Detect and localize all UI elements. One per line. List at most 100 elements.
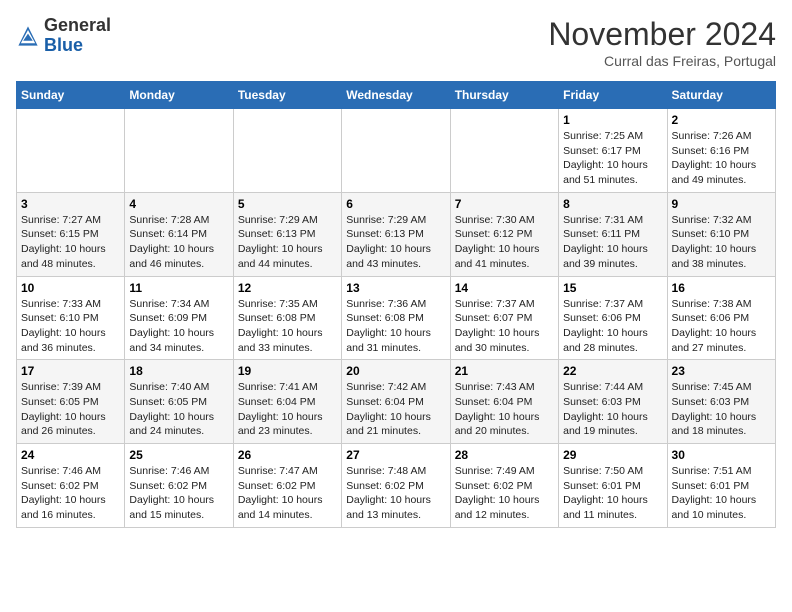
calendar-cell: 17 Sunrise: 7:39 AM Sunset: 6:05 PM Dayli… (17, 360, 125, 444)
calendar-cell: 24 Sunrise: 7:46 AM Sunset: 6:02 PM Dayli… (17, 444, 125, 528)
day-number: 11 (129, 281, 228, 295)
calendar-week-row: 10 Sunrise: 7:33 AM Sunset: 6:10 PM Dayli… (17, 276, 776, 360)
calendar-cell: 19Sunrise: 7:41 AM Sunset: 6:04 PM Dayli… (233, 360, 341, 444)
calendar-cell: 2Sunrise: 7:26 AM Sunset: 6:16 PM Daylig… (667, 109, 775, 193)
calendar-cell (233, 109, 341, 193)
weekday-header-row: SundayMondayTuesdayWednesdayThursdayFrid… (17, 82, 776, 109)
calendar-cell: 3 Sunrise: 7:27 AM Sunset: 6:15 PM Daylig… (17, 192, 125, 276)
day-number: 14 (455, 281, 554, 295)
logo: General Blue (16, 16, 111, 56)
day-info: Sunrise: 7:30 AM Sunset: 6:12 PM Dayligh… (455, 213, 554, 272)
day-number: 29 (563, 448, 662, 462)
day-info: Sunrise: 7:39 AM Sunset: 6:05 PM Dayligh… (21, 380, 120, 439)
page-header: General Blue November 2024 Curral das Fr… (16, 16, 776, 69)
day-info: Sunrise: 7:47 AM Sunset: 6:02 PM Dayligh… (238, 464, 337, 523)
day-info: Sunrise: 7:43 AM Sunset: 6:04 PM Dayligh… (455, 380, 554, 439)
day-info: Sunrise: 7:40 AM Sunset: 6:05 PM Dayligh… (129, 380, 228, 439)
calendar-cell (125, 109, 233, 193)
calendar-cell (17, 109, 125, 193)
calendar-cell: 7 Sunrise: 7:30 AM Sunset: 6:12 PM Daylig… (450, 192, 558, 276)
calendar-cell: 14 Sunrise: 7:37 AM Sunset: 6:07 PM Dayli… (450, 276, 558, 360)
calendar-cell (342, 109, 450, 193)
day-number: 7 (455, 197, 554, 211)
day-info: Sunrise: 7:29 AM Sunset: 6:13 PM Dayligh… (238, 213, 337, 272)
day-number: 26 (238, 448, 337, 462)
day-number: 3 (21, 197, 120, 211)
weekday-header: Friday (559, 82, 667, 109)
day-info: Sunrise: 7:38 AM Sunset: 6:06 PM Dayligh… (672, 297, 771, 356)
day-number: 17 (21, 364, 120, 378)
day-info: Sunrise: 7:25 AM Sunset: 6:17 PM Dayligh… (563, 129, 662, 188)
day-number: 10 (21, 281, 120, 295)
weekday-header: Saturday (667, 82, 775, 109)
day-info: Sunrise: 7:49 AM Sunset: 6:02 PM Dayligh… (455, 464, 554, 523)
day-info: Sunrise: 7:28 AM Sunset: 6:14 PM Dayligh… (129, 213, 228, 272)
calendar-cell: 4 Sunrise: 7:28 AM Sunset: 6:14 PM Daylig… (125, 192, 233, 276)
calendar-week-row: 3 Sunrise: 7:27 AM Sunset: 6:15 PM Daylig… (17, 192, 776, 276)
weekday-header: Tuesday (233, 82, 341, 109)
day-info: Sunrise: 7:29 AM Sunset: 6:13 PM Dayligh… (346, 213, 445, 272)
day-info: Sunrise: 7:50 AM Sunset: 6:01 PM Dayligh… (563, 464, 662, 523)
calendar-cell: 9Sunrise: 7:32 AM Sunset: 6:10 PM Daylig… (667, 192, 775, 276)
calendar-cell: 12Sunrise: 7:35 AM Sunset: 6:08 PM Dayli… (233, 276, 341, 360)
calendar-week-row: 17 Sunrise: 7:39 AM Sunset: 6:05 PM Dayli… (17, 360, 776, 444)
calendar-cell: 1Sunrise: 7:25 AM Sunset: 6:17 PM Daylig… (559, 109, 667, 193)
logo-text: General Blue (44, 16, 111, 56)
day-number: 13 (346, 281, 445, 295)
calendar-cell: 29 Sunrise: 7:50 AM Sunset: 6:01 PM Dayli… (559, 444, 667, 528)
weekday-header: Monday (125, 82, 233, 109)
day-info: Sunrise: 7:34 AM Sunset: 6:09 PM Dayligh… (129, 297, 228, 356)
calendar-cell: 16 Sunrise: 7:38 AM Sunset: 6:06 PM Dayli… (667, 276, 775, 360)
day-info: Sunrise: 7:33 AM Sunset: 6:10 PM Dayligh… (21, 297, 120, 356)
day-info: Sunrise: 7:46 AM Sunset: 6:02 PM Dayligh… (21, 464, 120, 523)
calendar-cell: 5 Sunrise: 7:29 AM Sunset: 6:13 PM Daylig… (233, 192, 341, 276)
calendar-cell: 21Sunrise: 7:43 AM Sunset: 6:04 PM Dayli… (450, 360, 558, 444)
day-info: Sunrise: 7:45 AM Sunset: 6:03 PM Dayligh… (672, 380, 771, 439)
logo-icon (16, 24, 40, 48)
calendar-cell (450, 109, 558, 193)
weekday-header: Sunday (17, 82, 125, 109)
location-subtitle: Curral das Freiras, Portugal (548, 53, 776, 69)
day-info: Sunrise: 7:41 AM Sunset: 6:04 PM Dayligh… (238, 380, 337, 439)
day-info: Sunrise: 7:44 AM Sunset: 6:03 PM Dayligh… (563, 380, 662, 439)
day-info: Sunrise: 7:32 AM Sunset: 6:10 PM Dayligh… (672, 213, 771, 272)
day-number: 4 (129, 197, 228, 211)
day-number: 23 (672, 364, 771, 378)
day-number: 16 (672, 281, 771, 295)
day-info: Sunrise: 7:42 AM Sunset: 6:04 PM Dayligh… (346, 380, 445, 439)
day-info: Sunrise: 7:31 AM Sunset: 6:11 PM Dayligh… (563, 213, 662, 272)
calendar-cell: 25 Sunrise: 7:46 AM Sunset: 6:02 PM Dayli… (125, 444, 233, 528)
day-number: 20 (346, 364, 445, 378)
day-info: Sunrise: 7:51 AM Sunset: 6:01 PM Dayligh… (672, 464, 771, 523)
calendar-cell: 28Sunrise: 7:49 AM Sunset: 6:02 PM Dayli… (450, 444, 558, 528)
calendar-cell: 26 Sunrise: 7:47 AM Sunset: 6:02 PM Dayli… (233, 444, 341, 528)
day-number: 6 (346, 197, 445, 211)
day-info: Sunrise: 7:27 AM Sunset: 6:15 PM Dayligh… (21, 213, 120, 272)
day-info: Sunrise: 7:48 AM Sunset: 6:02 PM Dayligh… (346, 464, 445, 523)
day-info: Sunrise: 7:26 AM Sunset: 6:16 PM Dayligh… (672, 129, 771, 188)
day-info: Sunrise: 7:37 AM Sunset: 6:07 PM Dayligh… (455, 297, 554, 356)
calendar-cell: 22 Sunrise: 7:44 AM Sunset: 6:03 PM Dayli… (559, 360, 667, 444)
day-info: Sunrise: 7:37 AM Sunset: 6:06 PM Dayligh… (563, 297, 662, 356)
calendar-cell: 27Sunrise: 7:48 AM Sunset: 6:02 PM Dayli… (342, 444, 450, 528)
calendar-cell: 20 Sunrise: 7:42 AM Sunset: 6:04 PM Dayli… (342, 360, 450, 444)
calendar-week-row: 1Sunrise: 7:25 AM Sunset: 6:17 PM Daylig… (17, 109, 776, 193)
calendar-cell: 15 Sunrise: 7:37 AM Sunset: 6:06 PM Dayli… (559, 276, 667, 360)
day-number: 30 (672, 448, 771, 462)
calendar-cell: 23 Sunrise: 7:45 AM Sunset: 6:03 PM Dayli… (667, 360, 775, 444)
weekday-header: Thursday (450, 82, 558, 109)
calendar-cell: 10 Sunrise: 7:33 AM Sunset: 6:10 PM Dayli… (17, 276, 125, 360)
day-info: Sunrise: 7:36 AM Sunset: 6:08 PM Dayligh… (346, 297, 445, 356)
calendar-table: SundayMondayTuesdayWednesdayThursdayFrid… (16, 81, 776, 528)
day-info: Sunrise: 7:46 AM Sunset: 6:02 PM Dayligh… (129, 464, 228, 523)
day-number: 15 (563, 281, 662, 295)
weekday-header: Wednesday (342, 82, 450, 109)
calendar-week-row: 24 Sunrise: 7:46 AM Sunset: 6:02 PM Dayli… (17, 444, 776, 528)
day-number: 5 (238, 197, 337, 211)
day-number: 25 (129, 448, 228, 462)
day-number: 8 (563, 197, 662, 211)
calendar-cell: 18Sunrise: 7:40 AM Sunset: 6:05 PM Dayli… (125, 360, 233, 444)
calendar-cell: 13 Sunrise: 7:36 AM Sunset: 6:08 PM Dayli… (342, 276, 450, 360)
day-number: 24 (21, 448, 120, 462)
day-number: 22 (563, 364, 662, 378)
